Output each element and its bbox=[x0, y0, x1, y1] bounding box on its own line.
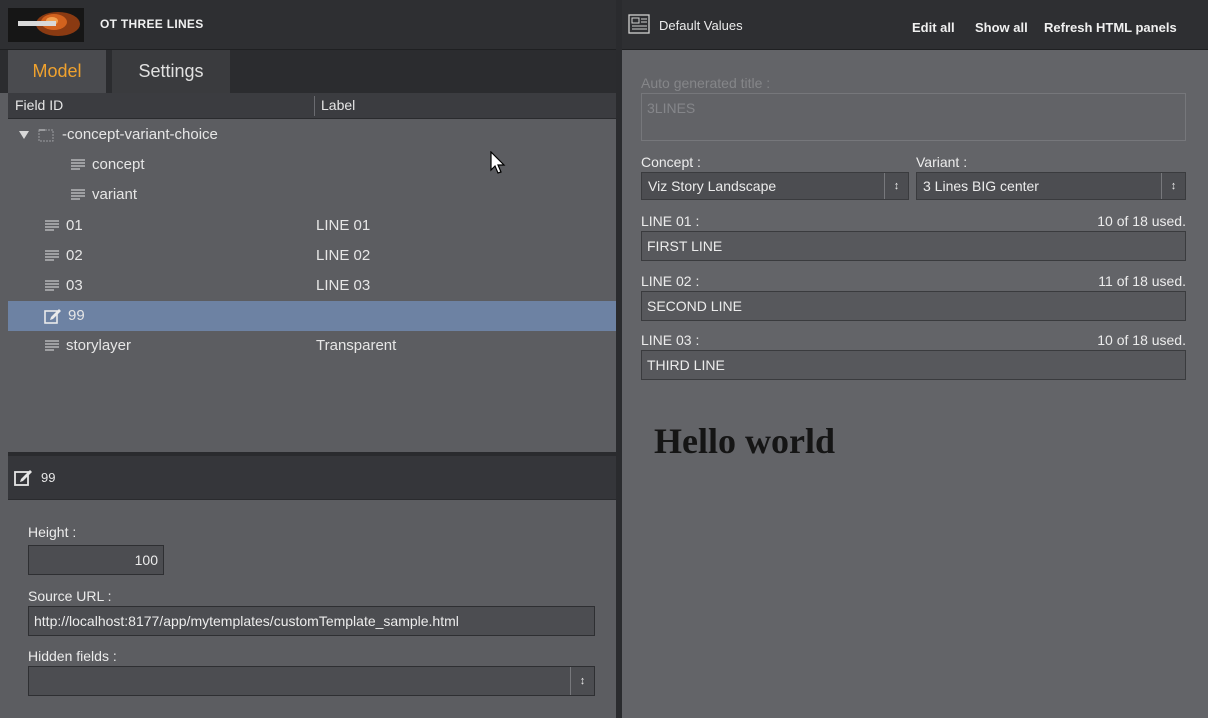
text-lines-icon bbox=[44, 249, 60, 263]
field-id: 99 bbox=[68, 307, 85, 324]
template-title: OT THREE LINES bbox=[100, 17, 204, 31]
tree-row[interactable]: -concept-variant-choice bbox=[8, 120, 616, 150]
variant-select[interactable]: 3 Lines BIG center ↕ bbox=[916, 172, 1186, 200]
show-all-button[interactable]: Show all bbox=[975, 20, 1028, 35]
concept-label: Concept : bbox=[641, 154, 701, 170]
source-url-label: Source URL : bbox=[28, 588, 112, 604]
line-01-input[interactable]: FIRST LINE bbox=[641, 231, 1186, 261]
edit-all-button[interactable]: Edit all bbox=[912, 20, 955, 35]
tree-row-selected[interactable]: 99 bbox=[8, 301, 616, 331]
concept-select[interactable]: Viz Story Landscape ↕ bbox=[641, 172, 909, 200]
source-url-input[interactable]: http://localhost:8177/app/mytemplates/cu… bbox=[28, 606, 595, 636]
folder-icon bbox=[38, 128, 54, 142]
field-id: 02 bbox=[66, 247, 83, 264]
select-spinner-icon[interactable]: ↕ bbox=[1161, 173, 1185, 199]
refresh-html-panels-button[interactable]: Refresh HTML panels bbox=[1044, 20, 1177, 35]
text-lines-icon bbox=[44, 279, 60, 293]
hidden-fields-label: Hidden fields : bbox=[28, 648, 117, 664]
app-header: OT THREE LINES bbox=[0, 0, 616, 50]
field-id: -concept-variant-choice bbox=[62, 126, 218, 143]
line-01-label: LINE 01 : bbox=[641, 213, 700, 229]
select-spinner-icon[interactable]: ↕ bbox=[884, 173, 908, 199]
field-label: LINE 02 bbox=[316, 247, 371, 264]
tree-column-header: Field ID Label bbox=[8, 93, 616, 119]
line-03-char-count: 10 of 18 used. bbox=[1097, 332, 1186, 348]
field-label: LINE 03 bbox=[316, 277, 371, 294]
expand-triangle-icon[interactable] bbox=[18, 127, 30, 144]
height-label: Height : bbox=[28, 524, 77, 540]
column-header-field-id[interactable]: Field ID bbox=[15, 97, 63, 113]
text-lines-icon bbox=[44, 339, 60, 353]
hidden-fields-select[interactable]: ↕ bbox=[28, 666, 595, 696]
height-input[interactable]: 100 bbox=[28, 545, 164, 575]
text-lines-icon bbox=[44, 219, 60, 233]
tab-model[interactable]: Model bbox=[8, 50, 106, 93]
html-panel-preview-text: Hello world bbox=[654, 421, 835, 461]
field-tree: -concept-variant-choice concept variant … bbox=[8, 120, 616, 452]
panel-layout-icon bbox=[628, 14, 650, 37]
concept-value: Viz Story Landscape bbox=[648, 178, 777, 194]
tab-settings[interactable]: Settings bbox=[112, 50, 230, 93]
line-03-label: LINE 03 : bbox=[641, 332, 700, 348]
properties-title: 99 bbox=[41, 470, 56, 485]
select-spinner-icon[interactable]: ↕ bbox=[570, 667, 594, 695]
template-editor-pane: OT THREE LINES Model Settings Field ID L… bbox=[0, 0, 616, 718]
field-label: LINE 01 bbox=[316, 217, 371, 234]
tree-row[interactable]: variant bbox=[8, 180, 616, 210]
tree-row[interactable]: 01 LINE 01 bbox=[8, 211, 616, 241]
properties-header: 99 bbox=[8, 456, 616, 500]
text-lines-icon bbox=[70, 158, 86, 172]
template-logo bbox=[8, 8, 84, 42]
mouse-cursor-icon bbox=[490, 150, 506, 178]
line-03-input[interactable]: THIRD LINE bbox=[641, 350, 1186, 380]
field-label: Transparent bbox=[316, 337, 397, 354]
field-id: 01 bbox=[66, 217, 83, 234]
line-01-char-count: 10 of 18 used. bbox=[1097, 213, 1186, 229]
line-02-label: LINE 02 : bbox=[641, 273, 700, 289]
auto-title-field: 3LINES bbox=[641, 93, 1186, 141]
column-header-label[interactable]: Label bbox=[321, 97, 355, 113]
line-02-char-count: 11 of 18 used. bbox=[1098, 273, 1186, 289]
variant-label: Variant : bbox=[916, 154, 968, 170]
line-02-input[interactable]: SECOND LINE bbox=[641, 291, 1186, 321]
field-id: 03 bbox=[66, 277, 83, 294]
default-values-header: Default Values Edit all Show all Refresh… bbox=[622, 0, 1208, 50]
properties-panel: Height : 100 Source URL : http://localho… bbox=[8, 500, 616, 718]
tab-bar: Model Settings bbox=[0, 50, 616, 93]
column-separator[interactable] bbox=[314, 96, 315, 116]
edit-icon bbox=[14, 468, 34, 489]
tree-row[interactable]: concept bbox=[8, 150, 616, 180]
panel-title: Default Values bbox=[659, 18, 743, 33]
edit-icon bbox=[44, 307, 61, 324]
variant-value: 3 Lines BIG center bbox=[923, 178, 1039, 194]
auto-title-label: Auto generated title : bbox=[641, 75, 771, 91]
field-id: variant bbox=[92, 186, 138, 203]
field-id: storylayer bbox=[66, 337, 132, 354]
tree-row[interactable]: storylayer Transparent bbox=[8, 331, 616, 361]
text-lines-icon bbox=[70, 188, 86, 202]
tree-row[interactable]: 02 LINE 02 bbox=[8, 241, 616, 271]
field-id: concept bbox=[92, 156, 145, 173]
tree-row[interactable]: 03 LINE 03 bbox=[8, 271, 616, 301]
default-values-pane: Default Values Edit all Show all Refresh… bbox=[622, 0, 1208, 718]
